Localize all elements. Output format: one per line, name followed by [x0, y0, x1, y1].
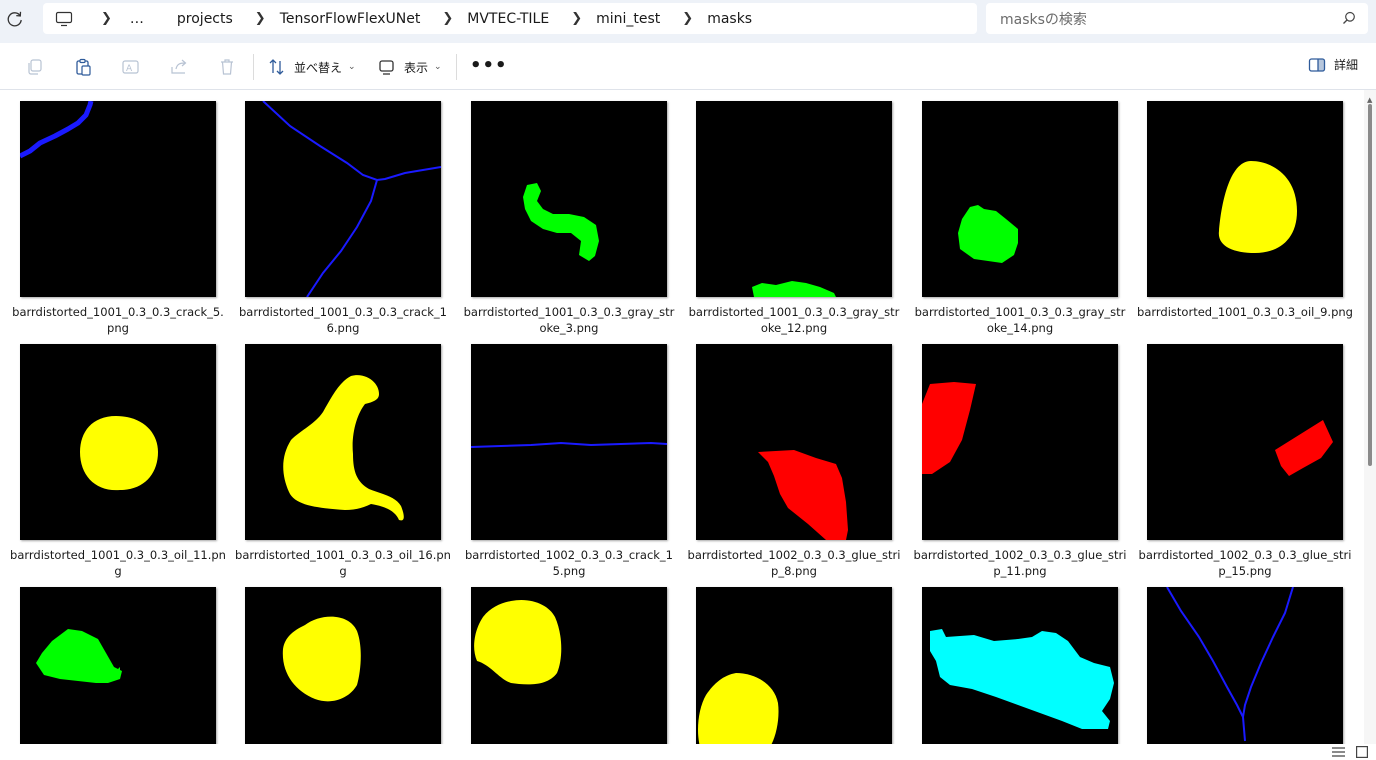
- file-name-label: barrdistorted_1002_0.3_0.3_glue_strip_15…: [1138, 548, 1352, 578]
- file-thumbnail[interactable]: [20, 587, 216, 744]
- chevron-right-icon: ❯: [571, 11, 583, 26]
- file-thumbnail[interactable]: [696, 344, 892, 540]
- view-icon: [379, 60, 394, 75]
- breadcrumb-item-masks[interactable]: masks: [707, 11, 752, 27]
- file-thumbnail[interactable]: [1147, 101, 1343, 297]
- mask-image: [922, 101, 1118, 297]
- file-name-label: barrdistorted_1002_0.3_0.3_crack_15.png: [464, 548, 674, 578]
- file-thumbnail[interactable]: [696, 101, 892, 297]
- mask-image: [922, 587, 1118, 744]
- search-input[interactable]: masksの検索: [986, 3, 1368, 34]
- view-button[interactable]: 表示 ⌄: [378, 56, 442, 78]
- view-label: 表示: [404, 60, 429, 75]
- breadcrumb-item-mvtec-tile[interactable]: MVTEC-TILE: [467, 11, 549, 27]
- file-name-label: barrdistorted_1001_0.3_0.3_gray_stroke_1…: [914, 305, 1126, 335]
- mask-image: [20, 101, 216, 297]
- breadcrumb-overflow-button[interactable]: …: [130, 11, 145, 27]
- file-thumbnail[interactable]: [922, 101, 1118, 297]
- file-name-label: barrdistorted_1001_0.3_0.3_oil_16.png: [235, 548, 451, 578]
- mask-image: [1147, 101, 1343, 297]
- file-thumbnail[interactable]: [696, 587, 892, 744]
- mask-image: [20, 587, 216, 744]
- share-icon[interactable]: [169, 57, 189, 77]
- file-name-label: barrdistorted_1001_0.3_0.3_gray_stroke_3…: [463, 305, 675, 335]
- mask-image: [1147, 344, 1343, 540]
- chevron-right-icon: ❯: [101, 11, 112, 26]
- chevron-right-icon: ❯: [682, 11, 694, 26]
- file-thumbnail[interactable]: [245, 344, 441, 540]
- mask-image: [471, 344, 667, 540]
- details-pane-icon: [1308, 57, 1326, 72]
- file-thumbnail[interactable]: [471, 587, 667, 744]
- sort-button[interactable]: 並べ替え ⌄: [268, 56, 356, 78]
- file-thumbnail[interactable]: [922, 344, 1118, 540]
- command-bar: A 並べ替え ⌄ 表示 ⌄ ••• 詳細: [0, 43, 1376, 90]
- file-name-label: barrdistorted_1002_0.3_0.3_glue_strip_11…: [913, 548, 1127, 578]
- chevron-right-icon: ❯: [254, 11, 266, 26]
- mask-image: [696, 587, 892, 744]
- details-button[interactable]: 詳細: [1308, 56, 1358, 73]
- large-icons-view-icon[interactable]: [1356, 746, 1368, 758]
- mask-image: [696, 101, 892, 297]
- pc-icon[interactable]: [55, 11, 73, 27]
- details-label: 詳細: [1333, 58, 1358, 72]
- breadcrumb-item-tensorflowflexunet[interactable]: TensorFlowFlexUNet: [280, 11, 421, 27]
- chevron-down-icon: ⌄: [348, 62, 356, 72]
- delete-icon[interactable]: [217, 57, 237, 77]
- breadcrumb[interactable]: ❯ … projects ❯ TensorFlowFlexUNet ❯ MVTE…: [43, 3, 977, 34]
- file-name-label: barrdistorted_1001_0.3_0.3_gray_stroke_1…: [688, 305, 900, 335]
- file-thumbnail[interactable]: [20, 344, 216, 540]
- search-placeholder: masksの検索: [1000, 11, 1087, 28]
- svg-text:A: A: [126, 64, 133, 74]
- scrollbar-thumb[interactable]: [1368, 104, 1372, 466]
- toolbar-divider: [456, 54, 457, 80]
- file-name-label: barrdistorted_1001_0.3_0.3_crack_5.png: [12, 305, 224, 335]
- breadcrumb-item-mini-test[interactable]: mini_test: [596, 11, 660, 27]
- file-thumbnail[interactable]: [20, 101, 216, 297]
- more-options-button[interactable]: •••: [470, 55, 508, 76]
- mask-image: [471, 101, 667, 297]
- chevron-right-icon: ❯: [442, 11, 454, 26]
- address-bar-area: ❯ … projects ❯ TensorFlowFlexUNet ❯ MVTE…: [0, 0, 1376, 43]
- paste-icon[interactable]: [73, 57, 93, 77]
- status-bar: [0, 744, 1376, 760]
- file-grid: barrdistorted_1001_0.3_0.3_crack_5.png b…: [0, 90, 1364, 744]
- file-thumbnail[interactable]: [471, 344, 667, 540]
- file-thumbnail[interactable]: [1147, 587, 1343, 744]
- sort-label: 並べ替え: [294, 60, 343, 75]
- file-thumbnail[interactable]: [245, 587, 441, 744]
- rename-icon[interactable]: A: [121, 57, 141, 77]
- mask-image: [245, 101, 441, 297]
- file-thumbnail[interactable]: [245, 101, 441, 297]
- file-thumbnail[interactable]: [922, 587, 1118, 744]
- scroll-up-icon[interactable]: ▲: [1367, 96, 1372, 104]
- breadcrumb-item-projects[interactable]: projects: [177, 11, 233, 27]
- mask-image: [245, 344, 441, 540]
- file-name-label: barrdistorted_1001_0.3_0.3_oil_9.png: [1137, 305, 1353, 319]
- sort-icon: [269, 59, 284, 75]
- file-name-label: barrdistorted_1002_0.3_0.3_glue_strip_8.…: [687, 548, 901, 578]
- mask-image: [471, 587, 667, 744]
- copy-icon[interactable]: [25, 57, 45, 77]
- file-thumbnail[interactable]: [471, 101, 667, 297]
- mask-image: [245, 587, 441, 744]
- mask-image: [1147, 587, 1343, 744]
- file-thumbnail[interactable]: [1147, 344, 1343, 540]
- search-icon[interactable]: [1342, 11, 1356, 25]
- vertical-scrollbar[interactable]: ▲: [1364, 90, 1376, 744]
- file-name-label: barrdistorted_1001_0.3_0.3_oil_11.png: [10, 548, 226, 578]
- file-name-label: barrdistorted_1001_0.3_0.3_crack_16.png: [238, 305, 448, 335]
- mask-image: [922, 344, 1118, 540]
- mask-image: [20, 344, 216, 540]
- toolbar-divider: [253, 54, 254, 80]
- refresh-icon[interactable]: [5, 9, 25, 29]
- chevron-down-icon: ⌄: [434, 62, 442, 72]
- mask-image: [696, 344, 892, 540]
- details-view-icon[interactable]: [1332, 746, 1345, 758]
